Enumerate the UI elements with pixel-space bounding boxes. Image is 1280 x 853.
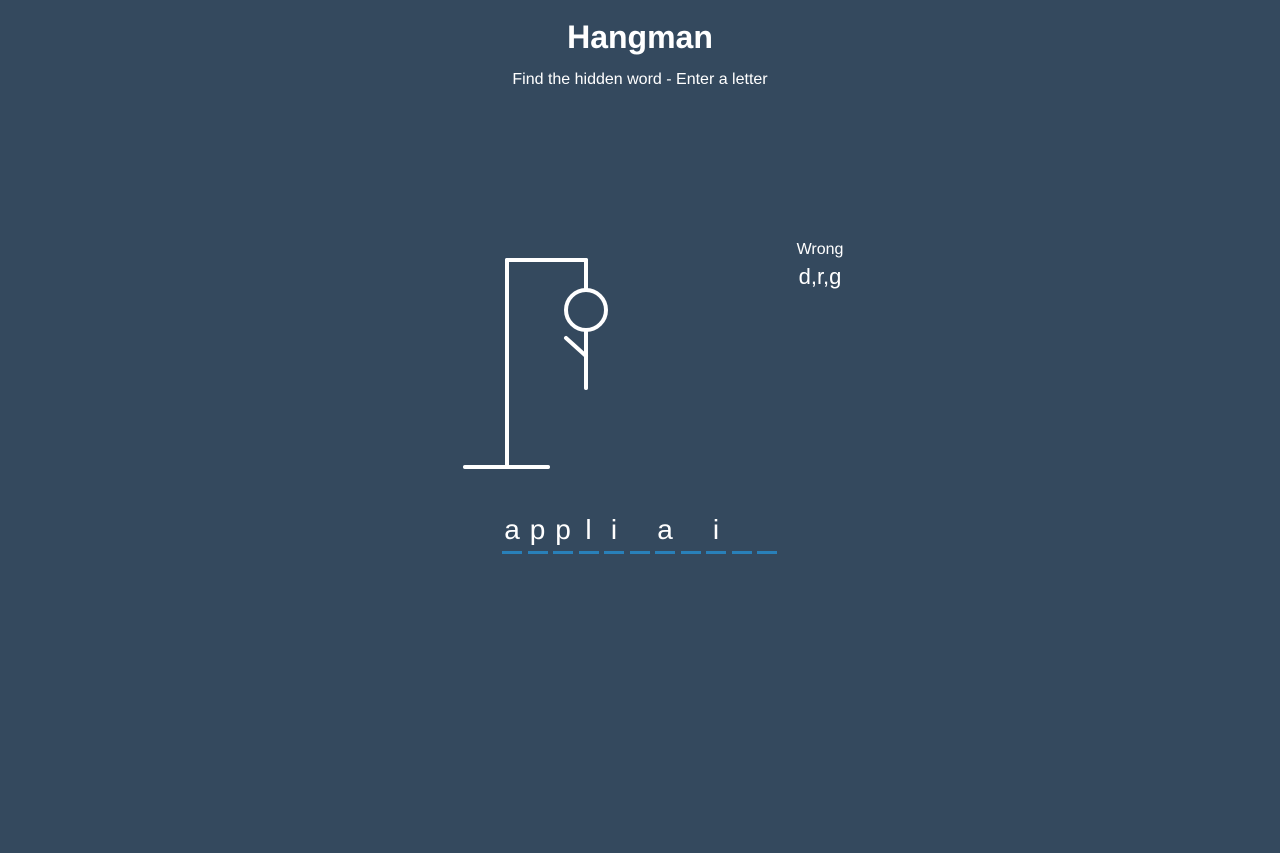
wrong-label: Wrong	[796, 241, 844, 258]
letter-slot: i	[706, 512, 726, 554]
letter-slot: i	[604, 512, 624, 554]
hangman-head	[564, 288, 608, 332]
wrong-letters-panel: Wrong d,r,g	[770, 240, 870, 290]
letter-slot: p	[527, 512, 548, 554]
wrong-letters: d,r,g	[798, 264, 842, 289]
hangman-left-arm	[564, 336, 588, 358]
letter-slot	[629, 512, 650, 554]
letter-slot: p	[553, 512, 573, 554]
letter-slot: l	[578, 512, 599, 554]
letter-slot	[731, 512, 752, 554]
letter-slot	[757, 512, 777, 554]
letter-slot: a	[655, 512, 675, 554]
letter-slot: a	[502, 512, 522, 554]
hidden-word: appliai	[502, 512, 783, 554]
game-instructions: Find the hidden word - Enter a letter	[512, 71, 768, 88]
letter-slot	[680, 512, 701, 554]
game-title: Hangman	[567, 19, 713, 55]
hangman-figure	[463, 258, 608, 469]
